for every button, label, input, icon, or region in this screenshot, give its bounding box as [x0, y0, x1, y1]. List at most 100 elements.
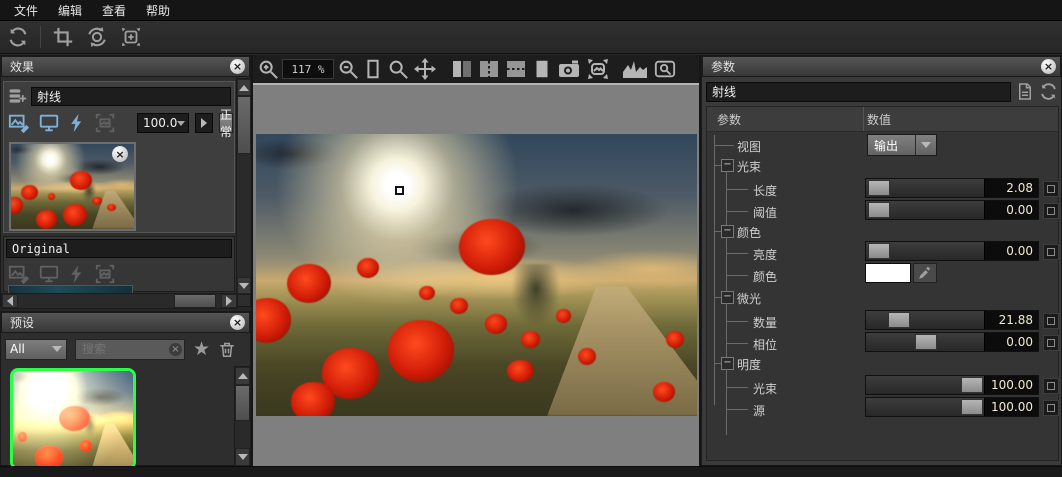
split-vertical-icon[interactable]: [477, 57, 501, 81]
snapshot-icon[interactable]: [556, 57, 582, 81]
opacity-spinner-arrow-icon[interactable]: [177, 121, 185, 126]
sync-button[interactable]: [4, 24, 32, 50]
menu-help[interactable]: 帮助: [138, 0, 178, 21]
slider-handle[interactable]: [888, 312, 910, 328]
original-name-field[interactable]: Original: [6, 239, 232, 258]
beam-value[interactable]: 100.00: [984, 376, 1038, 394]
edit-image-icon[interactable]: [7, 112, 31, 134]
scroll-up-button[interactable]: [237, 79, 251, 96]
lightning-icon[interactable]: [67, 112, 87, 134]
scroll-thumb[interactable]: [174, 294, 216, 308]
length-slider[interactable]: 2.08: [865, 178, 1039, 198]
presets-vertical-scrollbar[interactable]: [234, 366, 251, 467]
length-reset-button[interactable]: [1043, 181, 1059, 197]
scroll-down-button[interactable]: [237, 277, 251, 294]
compare-split-icon[interactable]: [450, 57, 474, 81]
scroll-left-button[interactable]: [2, 294, 18, 308]
panel-divider[interactable]: [251, 55, 253, 466]
effect-name-field[interactable]: 射线: [31, 87, 231, 106]
group-collapse-box[interactable]: −: [721, 159, 734, 172]
light-source-marker[interactable]: [395, 186, 404, 195]
pan-icon[interactable]: [412, 57, 438, 81]
effects-horizontal-scrollbar[interactable]: [1, 293, 238, 309]
parameter-preset-name-field[interactable]: 射线: [706, 82, 1011, 102]
group-collapse-box[interactable]: −: [721, 291, 734, 304]
rotate-button[interactable]: [83, 24, 111, 50]
reload-parameters-icon[interactable]: [1039, 82, 1058, 101]
menu-view[interactable]: 查看: [94, 0, 134, 21]
navigator-icon[interactable]: [652, 58, 678, 80]
slider-handle[interactable]: [961, 399, 983, 415]
fit-image-icon[interactable]: [585, 57, 611, 81]
crop-button[interactable]: [49, 24, 77, 50]
beam-reset-button[interactable]: [1043, 378, 1059, 394]
effect-thumbnail-close-button[interactable]: ×: [112, 146, 128, 162]
preset-filter-dropdown[interactable]: All: [5, 339, 67, 360]
favorite-star-icon[interactable]: ★: [193, 340, 210, 359]
threshold-reset-button[interactable]: [1043, 203, 1059, 219]
slider-handle[interactable]: [868, 202, 890, 218]
single-view-icon[interactable]: [531, 57, 553, 81]
histogram-icon[interactable]: [621, 58, 649, 80]
length-value[interactable]: 2.08: [984, 179, 1038, 197]
color-swatch[interactable]: [865, 263, 911, 283]
threshold-slider[interactable]: 0.00: [865, 200, 1039, 220]
brightness-value[interactable]: 0.00: [984, 242, 1038, 260]
save-preset-icon[interactable]: [1016, 82, 1034, 101]
scroll-thumb[interactable]: [235, 385, 250, 421]
blend-mode-dropdown[interactable]: 正常: [219, 113, 233, 133]
amount-reset-button[interactable]: [1043, 313, 1059, 329]
view-output-dropdown[interactable]: 输出: [867, 134, 937, 156]
resize-button[interactable]: [117, 24, 145, 50]
slider-handle[interactable]: [868, 180, 890, 196]
effects-close-button[interactable]: ×: [230, 59, 245, 74]
threshold-value[interactable]: 0.00: [984, 201, 1038, 219]
effect-layer-card[interactable]: 射线 100.0 正常: [3, 81, 235, 233]
phase-reset-button[interactable]: [1043, 335, 1059, 351]
monitor-icon[interactable]: [37, 112, 61, 134]
phase-slider[interactable]: 0.00: [865, 332, 1039, 352]
amount-slider[interactable]: 21.88: [865, 310, 1039, 330]
brightness-reset-button[interactable]: [1043, 244, 1059, 260]
frame-image-icon[interactable]: [93, 112, 117, 134]
scroll-down-button[interactable]: [235, 448, 250, 466]
fit-window-icon[interactable]: [362, 58, 384, 80]
amount-value[interactable]: 21.88: [984, 311, 1038, 329]
trash-icon[interactable]: [218, 340, 236, 359]
source-reset-button[interactable]: [1043, 400, 1059, 416]
zoom-actual-icon[interactable]: [387, 58, 409, 80]
parameters-close-button[interactable]: ×: [1041, 59, 1056, 74]
viewer-viewport[interactable]: [253, 83, 699, 466]
eyedropper-button[interactable]: [913, 263, 937, 283]
slider-handle[interactable]: [915, 334, 937, 350]
scroll-right-button[interactable]: [221, 294, 237, 308]
preview-image[interactable]: [256, 134, 697, 416]
scroll-thumb[interactable]: [237, 96, 251, 154]
param-amount-label: 数量: [753, 314, 777, 331]
slider-handle[interactable]: [868, 243, 890, 259]
menu-file[interactable]: 文件: [6, 0, 46, 21]
slider-handle[interactable]: [961, 377, 983, 393]
preset-thumbnail-selected[interactable]: [10, 368, 136, 470]
zoom-in-icon[interactable]: [257, 58, 279, 80]
expand-effect-button[interactable]: [195, 113, 213, 133]
beam-slider[interactable]: 100.00: [865, 375, 1039, 395]
opacity-spinner[interactable]: 100.0: [137, 113, 189, 133]
scroll-up-button[interactable]: [235, 367, 250, 385]
effects-vertical-scrollbar[interactable]: [236, 78, 252, 295]
phase-value[interactable]: 0.00: [984, 333, 1038, 351]
presets-close-button[interactable]: ×: [230, 315, 245, 330]
zoom-level-field[interactable]: 117 %: [282, 59, 334, 79]
zoom-out-icon[interactable]: [337, 58, 359, 80]
search-clear-icon[interactable]: ×: [169, 343, 182, 356]
original-layer-card[interactable]: Original: [3, 236, 235, 292]
brightness-slider[interactable]: 0.00: [865, 241, 1039, 261]
source-value[interactable]: 100.00: [984, 398, 1038, 416]
menu-edit[interactable]: 编辑: [50, 0, 90, 21]
group-collapse-box[interactable]: −: [721, 225, 734, 238]
panel-divider[interactable]: [699, 55, 701, 466]
group-collapse-box[interactable]: −: [721, 357, 734, 370]
column-divider[interactable]: [863, 107, 864, 131]
source-slider[interactable]: 100.00: [865, 397, 1039, 417]
split-horizontal-icon[interactable]: [504, 57, 528, 81]
